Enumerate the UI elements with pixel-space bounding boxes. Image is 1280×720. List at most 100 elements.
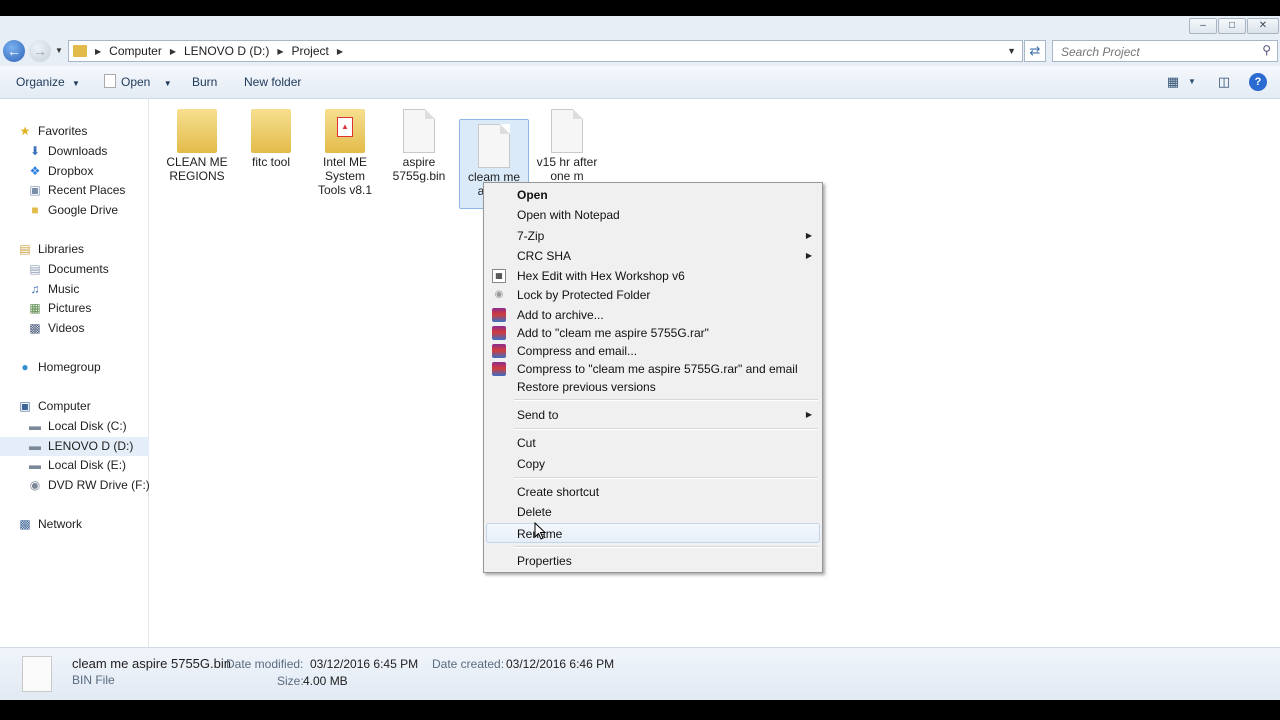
menu-item-add-to-rar[interactable]: Add to "cleam me aspire 5755G.rar" (486, 323, 820, 343)
file-item-v15-hr-after-one-m[interactable]: v15 hr after one m (531, 103, 603, 183)
chevron-right-icon[interactable]: ▶ (335, 47, 345, 56)
menu-item-7zip[interactable]: 7-Zip ▶ (486, 226, 820, 246)
pdf-folder-icon: ▲ (325, 109, 365, 153)
submenu-arrow-icon: ▶ (805, 410, 812, 419)
file-label: Tools v8.1 (317, 183, 373, 197)
context-menu: Open Open with Notepad 7-Zip ▶ CRC SHA ▶ ▦… (483, 182, 823, 573)
downloads-icon: ⬇ (29, 144, 41, 158)
new-folder-button[interactable]: New folder (244, 66, 301, 98)
address-row: ← → ▼ ▶ Computer ▶ LENOVO D (D:) ▶ Proje… (0, 36, 1280, 66)
preview-pane-icon[interactable]: ◫ (1214, 72, 1234, 92)
sidebar-libraries[interactable]: ▤ Libraries (0, 240, 166, 259)
sidebar-homegroup[interactable]: ● Homegroup (0, 358, 166, 377)
chevron-right-icon[interactable]: ▶ (275, 47, 285, 56)
details-filename: cleam me aspire 5755G.bin (72, 656, 231, 671)
maximize-button[interactable]: □ (1218, 18, 1246, 34)
date-modified-label: Date modified: (226, 657, 304, 671)
chevron-right-icon[interactable]: ▶ (168, 47, 178, 56)
submenu-arrow-icon: ▶ (805, 231, 812, 240)
menu-item-open[interactable]: Open (486, 185, 820, 205)
address-bar[interactable]: ▶ Computer ▶ LENOVO D (D:) ▶ Project ▶ ▼ (68, 40, 1023, 62)
screen-top-black-bar (0, 0, 1280, 16)
breadcrumb-computer[interactable]: Computer (103, 44, 168, 58)
minimize-button[interactable]: – (1189, 18, 1217, 34)
open-button[interactable]: Open ▼ (104, 66, 172, 98)
file-item-intel-me-system-tools[interactable]: ▲ Intel ME System Tools v8.1 (309, 103, 381, 197)
menu-item-create-shortcut[interactable]: Create shortcut (486, 482, 820, 502)
search-box[interactable]: ⚲ (1052, 40, 1278, 62)
menu-item-label: CRC SHA (517, 249, 572, 263)
file-label: fitc tool (251, 155, 290, 169)
file-icon (22, 656, 52, 692)
lock-icon: ◉ (494, 289, 504, 300)
file-label: v15 hr after (536, 155, 598, 169)
documents-icon: ▤ (29, 262, 41, 276)
back-button[interactable]: ← (3, 40, 25, 62)
sidebar-item-label: Pictures (48, 301, 92, 315)
menu-item-compress-and-email[interactable]: Compress and email... (486, 341, 820, 361)
file-label: REGIONS (169, 169, 225, 183)
menu-item-label: Restore previous versions (517, 380, 656, 394)
menu-item-label: Delete (517, 505, 552, 519)
organize-button[interactable]: Organize ▼ (16, 66, 80, 98)
breadcrumb-lenovo-d[interactable]: LENOVO D (D:) (178, 44, 275, 58)
file-icon (104, 74, 116, 88)
videos-icon: ▩ (29, 321, 41, 335)
menu-item-label: Open (517, 188, 548, 202)
star-icon: ★ (19, 124, 31, 138)
music-icon: ♫ (30, 282, 40, 296)
chevron-right-icon[interactable]: ▶ (93, 47, 103, 56)
pdf-icon: ▲ (337, 117, 353, 137)
help-icon[interactable]: ? (1249, 73, 1267, 91)
mouse-cursor-icon (534, 522, 547, 540)
forward-button[interactable]: → (29, 40, 51, 62)
submenu-arrow-icon: ▶ (805, 251, 812, 260)
menu-item-crc-sha[interactable]: CRC SHA ▶ (486, 246, 820, 266)
file-item-clean-me-regions[interactable]: CLEAN ME REGIONS (161, 103, 233, 183)
search-icon: ⚲ (1262, 43, 1271, 57)
menu-item-open-with-notepad[interactable]: Open with Notepad (486, 205, 820, 225)
address-dropdown-icon[interactable]: ▼ (1007, 46, 1016, 56)
recent-pages-dropdown-icon[interactable]: ▼ (55, 46, 63, 55)
menu-item-lock-protected-folder[interactable]: ◉ Lock by Protected Folder (486, 285, 820, 305)
menu-item-add-to-archive[interactable]: Add to archive... (486, 305, 820, 325)
change-view-icon[interactable]: ▦ (1164, 72, 1182, 92)
sidebar-favorites[interactable]: ★ Favorites (0, 122, 166, 141)
menu-separator (514, 428, 818, 430)
refresh-button[interactable]: ⇄ (1024, 40, 1046, 62)
menu-item-label: Cut (517, 436, 536, 450)
pictures-icon: ▦ (29, 301, 41, 315)
menu-item-hex-edit[interactable]: ▦ Hex Edit with Hex Workshop v6 (486, 266, 820, 286)
sidebar-item-label: Local Disk (E:) (48, 458, 127, 472)
file-item-fitc-tool[interactable]: fitc tool (235, 103, 307, 169)
size-label: Size: (277, 674, 304, 688)
view-options-dropdown-icon[interactable]: ▼ (1186, 72, 1198, 92)
search-input[interactable] (1059, 42, 1253, 62)
file-label: one m (550, 169, 584, 183)
menu-item-label: Add to archive... (517, 308, 604, 322)
sidebar-network-label: Network (38, 517, 83, 531)
details-filetype: BIN File (72, 673, 115, 687)
menu-item-compress-to-rar-and-email[interactable]: Compress to "cleam me aspire 5755G.rar" … (486, 359, 820, 379)
menu-item-copy[interactable]: Copy (486, 454, 820, 474)
menu-item-send-to[interactable]: Send to ▶ (486, 405, 820, 425)
file-item-aspire-5755g-bin[interactable]: aspire 5755g.bin (383, 103, 455, 183)
menu-item-restore-previous-versions[interactable]: Restore previous versions (486, 377, 820, 397)
breadcrumb-project[interactable]: Project (286, 44, 335, 58)
file-icon (551, 109, 583, 153)
file-icon (478, 124, 510, 168)
menu-item-delete[interactable]: Delete (486, 502, 820, 522)
back-arrow-icon: ← (7, 43, 21, 59)
sidebar-network[interactable]: ▩ Network (0, 515, 166, 534)
sidebar-computer[interactable]: ▣ Computer (0, 397, 166, 416)
menu-item-properties[interactable]: Properties (486, 551, 820, 571)
close-button[interactable]: ✕ (1247, 18, 1279, 34)
sidebar-item-label: Google Drive (48, 203, 119, 217)
dropdown-arrow-icon: ▼ (163, 79, 172, 88)
burn-button[interactable]: Burn (192, 66, 217, 98)
navigation-pane: ★ Favorites ⬇ Downloads ❖ Dropbox ▣ Recent P… (0, 99, 176, 647)
open-label: Open (121, 75, 151, 89)
sidebar-item-label: Local Disk (C:) (48, 419, 127, 433)
taskbar (0, 700, 1280, 720)
menu-item-cut[interactable]: Cut (486, 433, 820, 453)
